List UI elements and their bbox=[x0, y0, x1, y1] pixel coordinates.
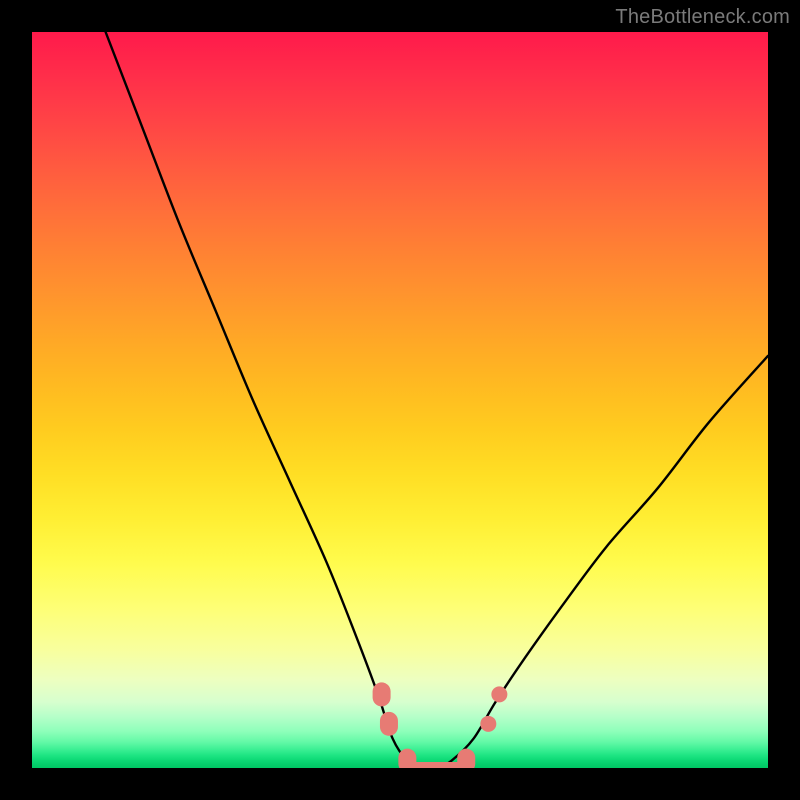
marker-right-cluster-top bbox=[491, 686, 507, 702]
marker-right-cluster-mid bbox=[480, 716, 496, 732]
plot-area bbox=[32, 32, 768, 768]
marker-left-cluster-mid bbox=[380, 712, 398, 736]
watermark-text: TheBottleneck.com bbox=[615, 6, 790, 29]
marker-trough-right bbox=[457, 749, 475, 768]
curve-layer bbox=[32, 32, 768, 768]
marker-layer bbox=[373, 682, 508, 768]
bottleneck-curve bbox=[106, 32, 768, 768]
marker-left-cluster-top bbox=[373, 682, 391, 706]
marker-trough-center bbox=[408, 762, 466, 768]
chart-frame: TheBottleneck.com bbox=[0, 0, 800, 800]
